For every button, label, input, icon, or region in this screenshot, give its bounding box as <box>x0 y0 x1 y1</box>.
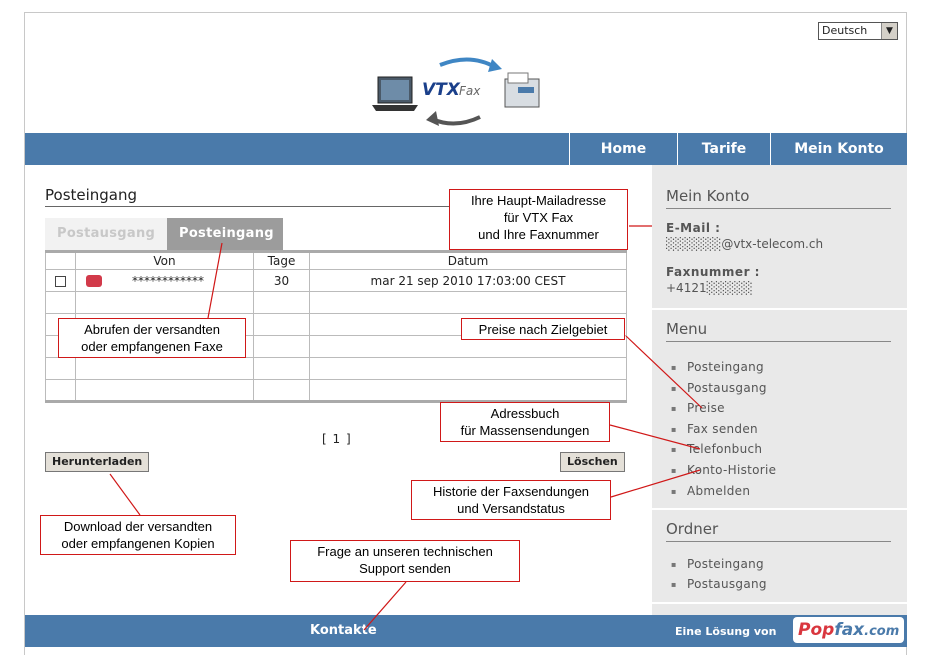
callout-email: Ihre Haupt-Mailadresse für VTX Fax und I… <box>449 189 628 250</box>
callout-download: Download der versandten oder empfangenen… <box>40 515 236 555</box>
callout-historie: Historie der Faxsendungen und Versandsta… <box>411 480 611 520</box>
callout-support: Frage an unseren technischen Support sen… <box>290 540 520 582</box>
callout-preise: Preise nach Zielgebiet <box>461 318 625 340</box>
callout-tabs: Abrufen der versandten oder empfangenen … <box>58 318 246 358</box>
callout-adressbuch: Adressbuch für Massensendungen <box>440 402 610 442</box>
